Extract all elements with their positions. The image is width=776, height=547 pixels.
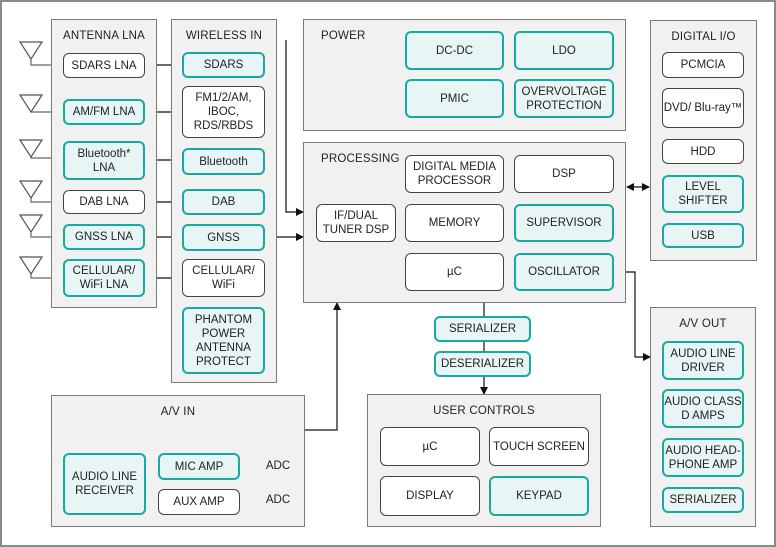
panel-title: DIGITAL I/O: [671, 31, 736, 43]
block-oscillator[interactable]: OSCILLATOR: [514, 253, 614, 291]
panel-title: WIRELESS IN: [185, 30, 263, 42]
block-hdd[interactable]: HDD: [662, 139, 744, 164]
block-pcmcia[interactable]: PCMCIA: [662, 52, 744, 78]
block-bluetooth-lna[interactable]: Bluetooth* LNA: [63, 141, 145, 180]
antenna-icon: [18, 139, 44, 159]
block-if-dual-tuner-dsp[interactable]: IF/DUAL TUNER DSP: [316, 204, 396, 242]
block-audio-head-phone-amp[interactable]: AUDIO HEAD-PHONE AMP: [662, 438, 744, 477]
block-dab-lna[interactable]: DAB LNA: [63, 190, 145, 214]
antenna-icon: [18, 94, 44, 114]
block-am-fm-lna[interactable]: AM/FM LNA: [63, 99, 145, 125]
block-sdars-lna[interactable]: SDARS LNA: [63, 53, 145, 78]
block-level-shifter[interactable]: LEVEL SHIFTER: [662, 175, 744, 213]
panel-title: A/V IN: [160, 406, 196, 418]
block-dc-dc[interactable]: DC-DC: [405, 31, 504, 70]
block-dvd-blu-ray[interactable]: DVD/ Blu-ray™: [662, 88, 744, 128]
antenna-icon: [18, 180, 44, 200]
block-deserializer[interactable]: DESERIALIZER: [434, 351, 531, 377]
block-gnss-lna[interactable]: GNSS LNA: [63, 224, 145, 250]
block-audio-line-receiver[interactable]: AUDIO LINE RECEIVER: [63, 453, 146, 515]
block-audio-line-driver[interactable]: AUDIO LINE DRIVER: [662, 341, 744, 380]
panel-title: USER CONTROLS: [433, 405, 535, 417]
adc-block[interactable]: ADC: [264, 455, 292, 477]
panel-title: ANTENNA LNA: [62, 30, 146, 42]
block-ldo[interactable]: LDO: [514, 31, 614, 70]
antenna-feed: [30, 198, 51, 203]
block-diagram: ANTENNA LNA SDARS LNA AM/FM LNA Bluetooth* …: [0, 0, 776, 547]
antenna-feed: [30, 157, 51, 159]
block-keypad[interactable]: KEYPAD: [489, 476, 589, 516]
adc-block[interactable]: ADC: [264, 489, 292, 511]
block-memory[interactable]: MEMORY: [405, 204, 504, 242]
block-supervisor[interactable]: SUPERVISOR: [514, 204, 614, 242]
block-touch-screen[interactable]: TOUCH SCREEN: [489, 427, 589, 466]
block-audio-class-d-amps[interactable]: AUDIO CLASS D AMPS: [662, 389, 744, 428]
power-to-processing-arrow: [285, 40, 304, 216]
panel-title: A/V OUT: [679, 318, 727, 330]
block-serializer[interactable]: SERIALIZER: [434, 316, 531, 342]
block-c[interactable]: µC: [405, 253, 504, 291]
block-bluetooth[interactable]: Bluetooth: [182, 148, 265, 175]
antenna-feed: [30, 274, 51, 279]
block-cellular-wifi[interactable]: CELLULAR/ WiFi: [182, 259, 265, 297]
block-aux-amp[interactable]: AUX AMP: [158, 489, 240, 515]
block-digital-media-processor[interactable]: DIGITAL MEDIA PROCESSOR: [405, 155, 504, 193]
block-mic-amp[interactable]: MIC AMP: [158, 453, 240, 480]
antenna-icon: [18, 214, 44, 234]
antenna-icon: [18, 256, 44, 276]
block-gnss[interactable]: GNSS: [182, 224, 265, 251]
antenna-feed: [30, 59, 51, 66]
block-c[interactable]: µC: [380, 427, 480, 466]
block-serializer[interactable]: SERIALIZER: [662, 487, 744, 513]
block-dsp[interactable]: DSP: [514, 155, 614, 193]
antenna-feed: [30, 232, 51, 238]
block-cellular-wifi-lna[interactable]: CELLULAR/ WiFi LNA: [63, 259, 145, 297]
antenna-icon: [18, 41, 44, 61]
block-fm1-2-am-iboc-rds-rbds[interactable]: FM1/2/AM, IBOC, RDS/RBDS: [182, 86, 265, 138]
block-sdars[interactable]: SDARS: [182, 52, 265, 78]
block-phantom-power-antenna-protect[interactable]: PHANTOM POWER ANTENNA PROTECT: [182, 307, 265, 374]
block-usb[interactable]: USB: [662, 223, 744, 248]
block-pmic[interactable]: PMIC: [405, 79, 504, 118]
block-display[interactable]: DISPLAY: [380, 476, 480, 516]
block-overvoltage-protection[interactable]: OVERVOLTAGE PROTECTION: [514, 79, 614, 118]
block-dab[interactable]: DAB: [182, 189, 265, 215]
processing-to-av-out-arrow: [626, 271, 651, 361]
